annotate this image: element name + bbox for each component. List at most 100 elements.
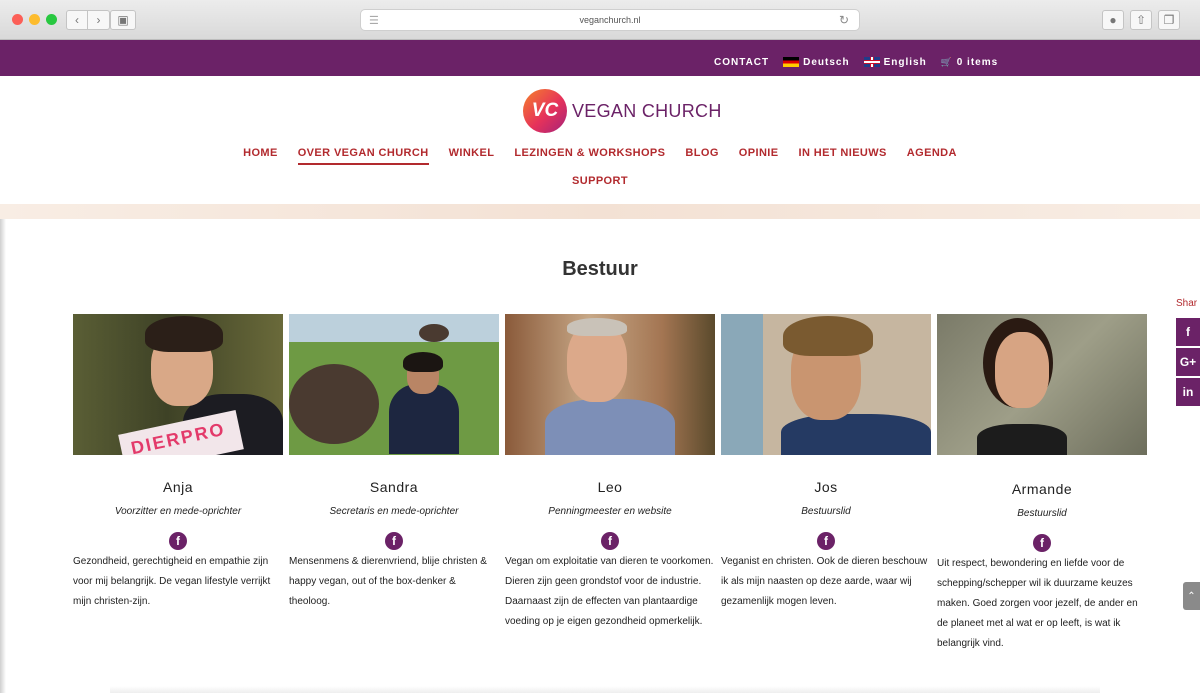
nav-item-over-vegan-church[interactable]: OVER VEGAN CHURCH xyxy=(297,147,429,165)
photo-body xyxy=(977,424,1067,455)
member-bio: Vegan om exploitatie van dieren te voork… xyxy=(505,556,714,627)
scroll-to-top-button[interactable]: ⌃ xyxy=(1183,582,1200,610)
zoom-window-button[interactable] xyxy=(46,14,57,25)
facebook-icon[interactable]: f xyxy=(817,532,835,550)
member-photo xyxy=(721,314,931,455)
facebook-share-icon: f xyxy=(1186,325,1190,339)
member-card: Armande Bestuurslid f Uit respect, bewon… xyxy=(937,314,1147,654)
tabs-button[interactable]: ❐ xyxy=(1158,10,1180,30)
member-bio: Mensenmens & dierenvriend, blije christe… xyxy=(289,556,487,607)
sidebar-toggle-button[interactable]: ▣ xyxy=(110,10,136,30)
browser-actions: ● ⇧ ❐ xyxy=(1102,10,1180,30)
address-bar[interactable]: ☰ veganchurch.nl ↻ xyxy=(360,9,860,31)
member-role: Secretaris en mede-oprichter xyxy=(329,506,459,517)
nav-item-support[interactable]: SUPPORT xyxy=(572,175,628,187)
facebook-icon[interactable]: f xyxy=(169,532,187,550)
facebook-icon[interactable]: f xyxy=(1033,534,1051,552)
member-name: Armande xyxy=(1011,481,1073,497)
footer-shadow xyxy=(110,686,1100,693)
nav-item-agenda[interactable]: AGENDA xyxy=(907,147,957,165)
photo-sheep xyxy=(289,364,379,444)
photo-body xyxy=(545,399,675,455)
member-bio: Uit respect, bewondering en liefde voor … xyxy=(937,558,1138,649)
member-role: Penningmeester en website xyxy=(548,506,672,517)
main-nav: HOME OVER VEGAN CHURCH WINKEL LEZINGEN &… xyxy=(0,147,1200,165)
language-de-link[interactable]: Deutsch xyxy=(783,57,849,68)
url-text: veganchurch.nl xyxy=(579,15,641,25)
member-card: Sandra Secretaris en mede-oprichter f Me… xyxy=(289,314,499,654)
facebook-icon[interactable]: f xyxy=(601,532,619,550)
nav-row-2: SUPPORT xyxy=(0,175,1200,187)
google-plus-icon: G+ xyxy=(1179,355,1197,369)
cart-count: 0 items xyxy=(956,57,999,68)
minimize-window-button[interactable] xyxy=(29,14,40,25)
forward-button[interactable]: › xyxy=(88,10,110,30)
member-name: Anja xyxy=(162,479,194,495)
facebook-icon[interactable]: f xyxy=(385,532,403,550)
member-bio: Veganist en christen. Ook de dieren besc… xyxy=(721,556,928,607)
contact-link[interactable]: CONTACT xyxy=(714,57,769,68)
photo-hair xyxy=(567,318,627,336)
site-header: VC VEGAN CHURCH HOME OVER VEGAN CHURCH W… xyxy=(0,76,1200,206)
german-flag-icon xyxy=(783,57,800,68)
nav-item-in-het-nieuws[interactable]: IN HET NIEUWS xyxy=(798,147,886,165)
close-window-button[interactable] xyxy=(12,14,23,25)
photo-hair xyxy=(145,316,223,352)
chevron-up-icon: ⌃ xyxy=(1187,590,1196,602)
section-title: Bestuur xyxy=(562,258,638,280)
back-button[interactable]: ‹ xyxy=(66,10,88,30)
nav-item-blog[interactable]: BLOG xyxy=(685,147,718,165)
site-top-bar: CONTACT Deutsch English 🛒 0 items xyxy=(0,40,1200,76)
member-photo: DIERPRO xyxy=(73,314,283,455)
member-card: DIERPRO Anja Voorzitter en mede-oprichte… xyxy=(73,314,283,654)
team-grid: DIERPRO Anja Voorzitter en mede-oprichte… xyxy=(73,314,1147,654)
member-name: Sandra xyxy=(369,479,419,495)
language-de-label: Deutsch xyxy=(803,57,850,68)
chevron-left-icon: ‹ xyxy=(75,13,79,27)
share-linkedin-button[interactable]: in xyxy=(1176,378,1200,406)
linkedin-icon: in xyxy=(1182,385,1194,399)
photo-hair xyxy=(403,352,443,372)
member-card: Leo Penningmeester en website f Vegan om… xyxy=(505,314,715,654)
reload-icon[interactable]: ↻ xyxy=(839,13,849,27)
share-google-button[interactable]: G+ xyxy=(1176,348,1200,376)
member-photo xyxy=(937,314,1147,455)
share-label: Shar xyxy=(1176,298,1198,309)
download-icon: ● xyxy=(1109,13,1117,27)
tabs-icon: ❐ xyxy=(1163,13,1175,27)
member-bio: Gezondheid, gerechtigheid en empathie zi… xyxy=(73,556,271,607)
nav-item-winkel[interactable]: WINKEL xyxy=(449,147,495,165)
header-divider-band xyxy=(0,204,1200,219)
uk-flag-icon xyxy=(863,57,880,68)
logo-text: VEGAN CHURCH xyxy=(572,100,722,121)
cart-icon: 🛒 xyxy=(940,57,953,67)
history-buttons: ‹ › xyxy=(66,10,110,30)
member-photo xyxy=(505,314,715,455)
site-logo[interactable]: VC VEGAN CHURCH xyxy=(523,89,722,133)
language-en-link[interactable]: English xyxy=(863,57,927,68)
share-icon: ⇧ xyxy=(1135,13,1147,27)
window-controls xyxy=(12,14,57,25)
share-button[interactable]: ⇧ xyxy=(1130,10,1152,30)
member-name: Leo xyxy=(597,479,623,495)
member-photo xyxy=(289,314,499,455)
logo-mark: VC xyxy=(523,89,567,133)
top-nav: CONTACT Deutsch English 🛒 0 items xyxy=(714,57,998,68)
photo-body xyxy=(781,414,931,455)
language-en-label: English xyxy=(883,57,927,68)
reader-icon[interactable]: ☰ xyxy=(369,14,379,27)
chevron-right-icon: › xyxy=(96,13,101,27)
member-role: Bestuurslid xyxy=(801,506,851,517)
member-card: Jos Bestuurslid f Veganist en christen. … xyxy=(721,314,931,654)
browser-toolbar: ‹ › ▣ ☰ veganchurch.nl ↻ ● ⇧ ❐ xyxy=(0,0,1200,40)
member-role: Voorzitter en mede-oprichter xyxy=(114,506,242,517)
nav-item-home[interactable]: HOME xyxy=(243,147,278,165)
photo-sign: DIERPRO xyxy=(118,409,244,455)
downloads-button[interactable]: ● xyxy=(1102,10,1124,30)
photo-sheep-far xyxy=(419,324,449,342)
share-facebook-button[interactable]: f xyxy=(1176,318,1200,346)
photo-body xyxy=(389,384,459,454)
nav-item-lezingen-workshops[interactable]: LEZINGEN & WORKSHOPS xyxy=(514,147,665,165)
cart-link[interactable]: 🛒 0 items xyxy=(941,57,998,68)
nav-item-opinie[interactable]: OPINIE xyxy=(739,147,779,165)
